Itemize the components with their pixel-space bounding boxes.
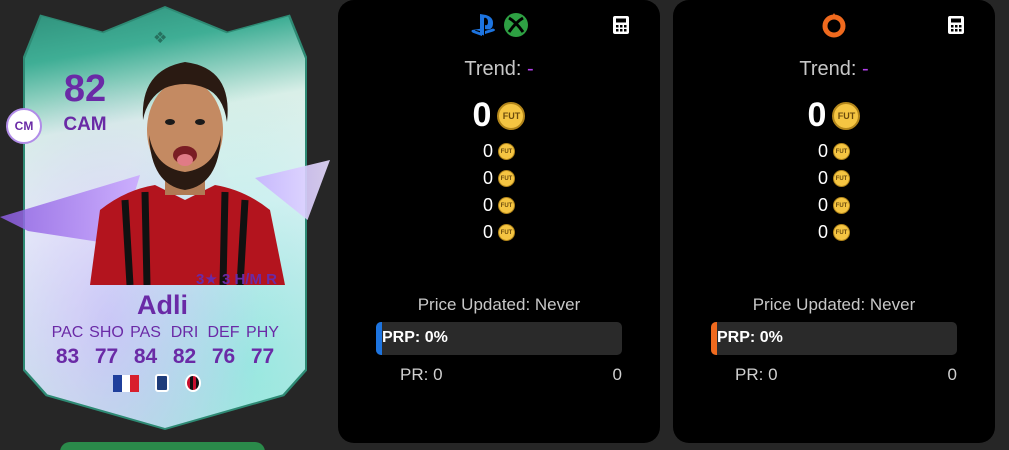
price-value: 0 [817, 195, 828, 215]
alternate-position-badge: CM [6, 108, 42, 144]
player-photo [90, 62, 285, 285]
playstation-icon [471, 14, 495, 36]
coin-icon: FUT [498, 197, 515, 214]
stat-label-pas: PAS [130, 324, 161, 341]
list-item: 0 FUT [818, 168, 850, 189]
stat-label-dri: DRI [170, 324, 199, 341]
coin-icon: FUT [498, 224, 515, 241]
trend-row: Trend: - [338, 58, 660, 81]
stat-values: 83 77 84 82 76 77 [48, 345, 282, 369]
main-price-value: 0 [807, 96, 827, 134]
club-badge-icon [185, 374, 201, 392]
stat-value-pas: 84 [133, 345, 158, 368]
stat-value-def: 76 [211, 345, 236, 368]
coin-icon: FUT [833, 143, 850, 160]
list-item: 0 FUT [483, 141, 515, 162]
stat-label-pac: PAC [51, 324, 84, 341]
price-list: 0 FUT 0 FUT 0 FUT 0 FUT [673, 141, 995, 243]
trend-row: Trend: - [673, 58, 995, 81]
trend-value: - [861, 58, 869, 80]
list-item: 0 FUT [483, 222, 515, 243]
price-updated-value: Never [869, 295, 916, 314]
price-value: 0 [817, 168, 828, 188]
prp-label: PRP: [717, 329, 756, 346]
stat-value-pac: 83 [55, 345, 80, 368]
price-value: 0 [482, 222, 493, 242]
calculator-icon[interactable] [612, 16, 630, 34]
price-updated: Price Updated: Never [338, 295, 660, 315]
trend-label: Trend: [464, 58, 522, 80]
price-list: 0 FUT 0 FUT 0 FUT 0 FUT [338, 141, 660, 243]
calculator-icon[interactable] [947, 16, 965, 34]
price-value: 0 [482, 195, 493, 215]
coin-icon: FUT [833, 170, 850, 187]
origin-icon [822, 13, 846, 38]
trend-value: - [526, 58, 534, 80]
stat-label-def: DEF [207, 324, 240, 341]
price-panel-console: Trend: - 0 FUT 0 FUT 0 FUT 0 FUT 0 FUT P… [338, 0, 660, 443]
list-item: 0 FUT [483, 195, 515, 216]
pr-min-value: 0 [433, 365, 443, 384]
card-badges [113, 374, 201, 392]
price-range: PR: 0 0 [400, 365, 622, 385]
player-name: Adli [137, 290, 188, 320]
list-item: 0 FUT [483, 168, 515, 189]
price-value: 0 [482, 141, 493, 161]
league-badge-icon [155, 374, 169, 392]
stat-label-phy: PHY [246, 324, 279, 341]
list-item: 0 FUT [818, 141, 850, 162]
card-action-button[interactable] [60, 442, 265, 450]
prp-value: 0% [424, 329, 448, 346]
prp-value: 0% [759, 329, 783, 346]
prp-progress-bar: PRP: 0% [711, 322, 957, 355]
price-panel-pc: Trend: - 0 FUT 0 FUT 0 FUT 0 FUT 0 FUT P… [673, 0, 995, 443]
coin-icon: FUT [832, 101, 861, 130]
main-price-value: 0 [472, 96, 492, 134]
pr-max-value: 0 [947, 365, 957, 384]
pr-label: PR: [735, 365, 764, 384]
xbox-icon [504, 13, 528, 37]
pr-label: PR: [400, 365, 429, 384]
nation-flag-icon [113, 374, 140, 392]
coin-icon: FUT [498, 143, 515, 160]
price-range: PR: 0 0 [735, 365, 957, 385]
stat-value-sho: 77 [94, 345, 119, 368]
trend-label: Trend: [799, 58, 857, 80]
list-item: 0 FUT [818, 222, 850, 243]
stat-value-phy: 77 [250, 345, 275, 368]
price-updated-value: Never [534, 295, 581, 314]
stat-label-sho: SHO [89, 324, 124, 341]
prp-text: PRP: 0% [717, 329, 783, 347]
pr-max-value: 0 [612, 365, 622, 384]
skills-weakfoot-workrate: 3★ 3 H/M R [196, 271, 277, 288]
coin-icon: FUT [833, 197, 850, 214]
price-updated-label: Price Updated: [752, 295, 866, 314]
coin-icon: FUT [833, 224, 850, 241]
list-item: 0 FUT [818, 195, 850, 216]
main-price: 0 FUT [673, 96, 995, 135]
stat-value-dri: 82 [172, 345, 197, 368]
price-value: 0 [817, 222, 828, 242]
price-value: 0 [482, 168, 493, 188]
prp-label: PRP: [382, 329, 421, 346]
coin-icon: FUT [498, 170, 515, 187]
price-updated-label: Price Updated: [417, 295, 531, 314]
prp-text: PRP: 0% [382, 329, 448, 347]
prp-progress-bar: PRP: 0% [376, 322, 622, 355]
coin-icon: FUT [497, 101, 526, 130]
main-price: 0 FUT [338, 96, 660, 135]
pr-min-value: 0 [768, 365, 778, 384]
card-brand-icon: ❖ [153, 30, 168, 47]
stat-labels: PAC SHO PAS DRI DEF PHY [48, 324, 282, 342]
price-value: 0 [817, 141, 828, 161]
player-card[interactable]: ❖ 82 CAM CM 3★ 3 H/M R Adli PAC SHO PAS … [0, 0, 330, 450]
price-updated: Price Updated: Never [673, 295, 995, 315]
